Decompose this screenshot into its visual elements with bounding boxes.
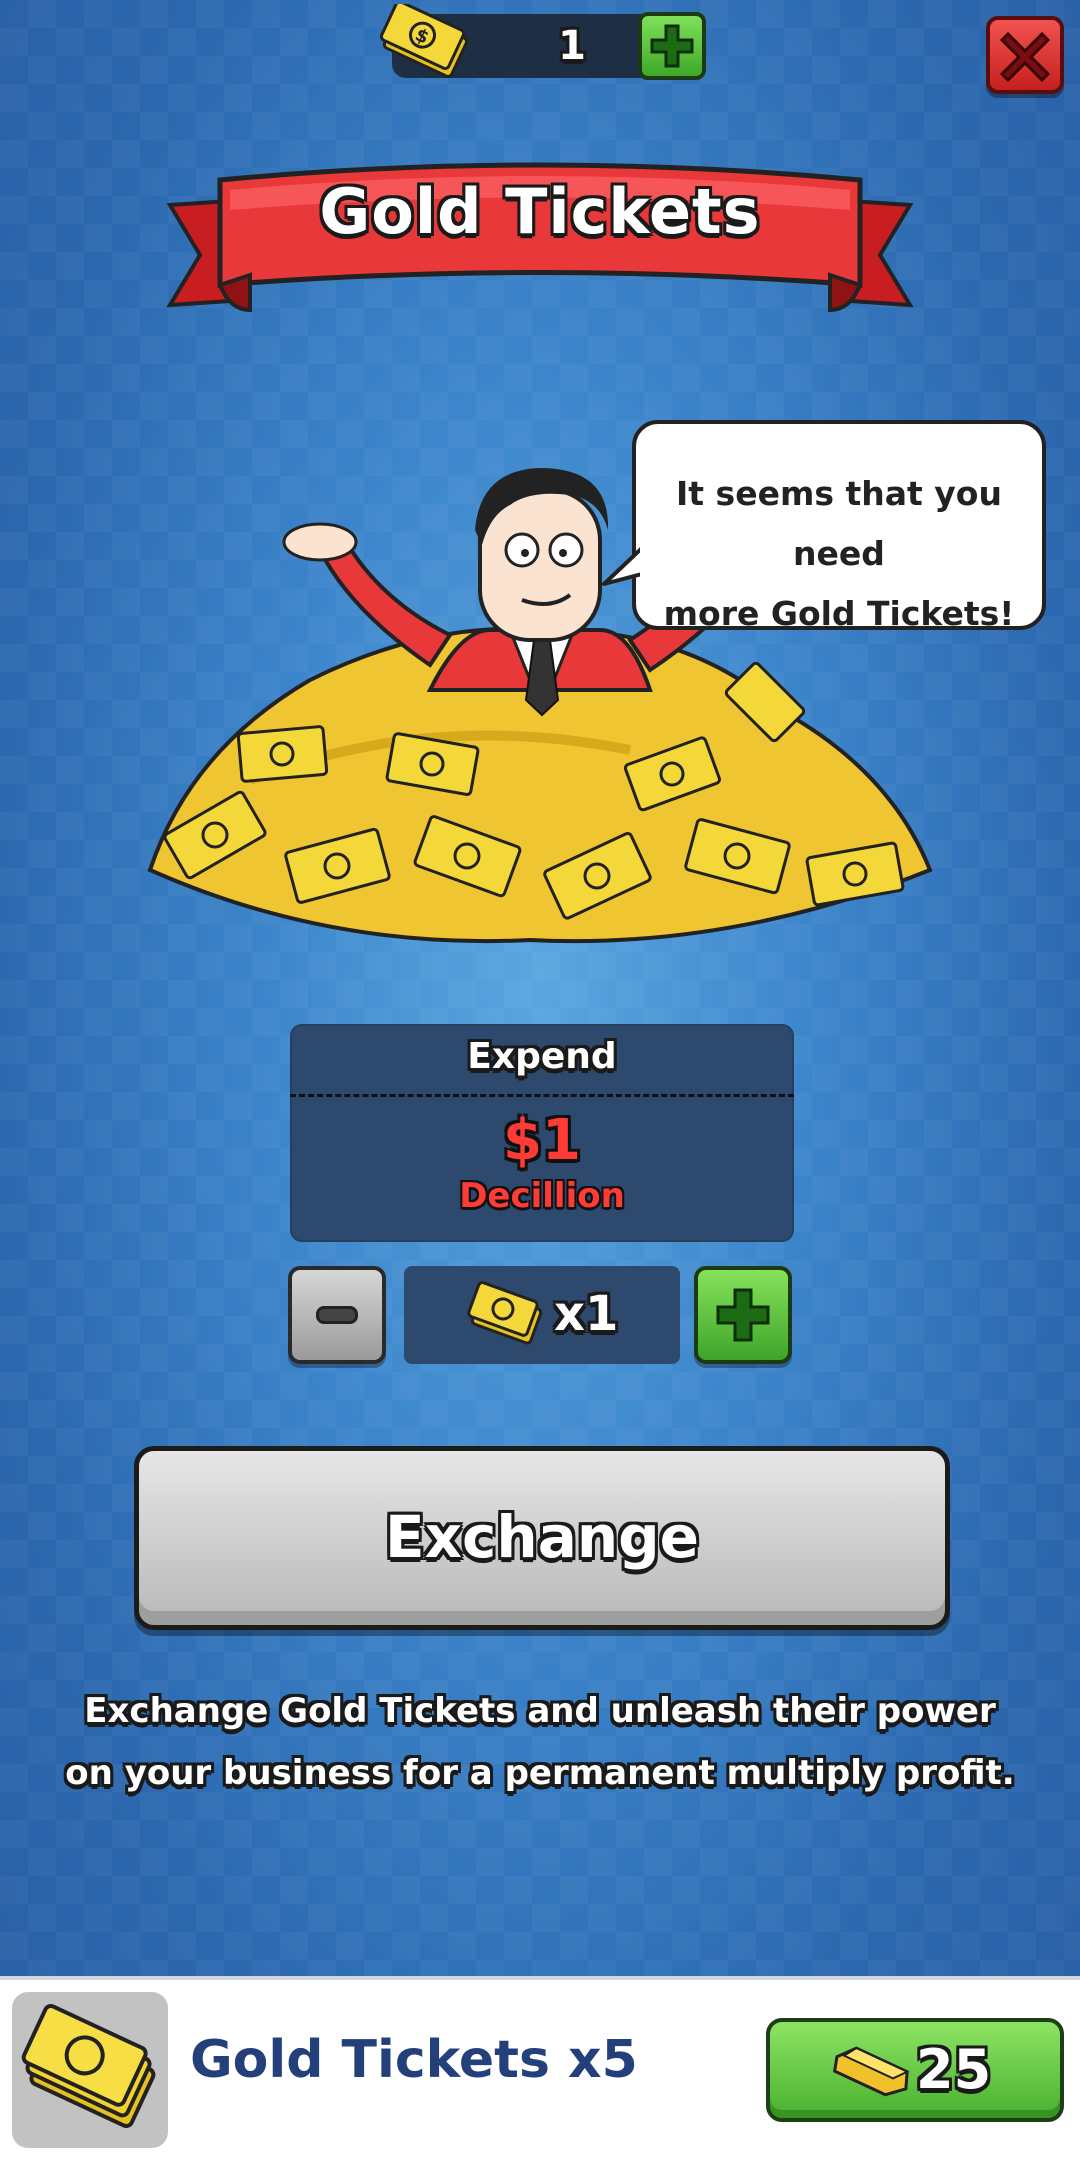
decrease-quantity-button[interactable]: [288, 1266, 386, 1364]
offer-thumbnail: [12, 1992, 168, 2148]
minus-icon: [316, 1306, 358, 1324]
ticket-count: 1: [558, 23, 586, 69]
expend-unit: Decillion: [459, 1176, 625, 1216]
gold-ticket-stack-icon: [21, 2004, 156, 2129]
expend-amount: $1: [503, 1108, 581, 1173]
quantity-display: x1: [404, 1266, 680, 1364]
gold-ticket-icon: [467, 1281, 543, 1345]
speech-bubble: It seems that you need more Gold Tickets…: [602, 420, 1046, 633]
speech-bubble-tail: [602, 546, 646, 586]
offer-bar: Gold Tickets x5 25: [0, 1976, 1080, 2160]
close-button[interactable]: [986, 16, 1064, 94]
quantity-value: x1: [554, 1286, 619, 1342]
speech-line-2: more Gold Tickets!: [663, 594, 1015, 633]
gold-ticket-icon: $: [379, 4, 469, 78]
currency-bar: $ 1: [379, 4, 706, 80]
close-icon: [999, 31, 1051, 83]
offer-price: 25: [916, 2038, 992, 2101]
page-title: Gold Tickets: [319, 175, 761, 248]
exchange-label: Exchange: [385, 1503, 699, 1571]
add-tickets-button[interactable]: [638, 12, 706, 80]
exchange-button[interactable]: Exchange: [134, 1446, 950, 1630]
plus-icon: [650, 24, 694, 68]
increase-quantity-button[interactable]: [694, 1266, 792, 1364]
expend-panel: Expend $1 Decillion: [290, 1024, 794, 1242]
description-line-2: on your business for a permanent multipl…: [65, 1753, 1015, 1793]
gold-bar-icon: [832, 2046, 910, 2097]
divider: [290, 1094, 794, 1097]
offer-title: Gold Tickets x5: [190, 2030, 638, 2090]
title-banner: Gold Tickets: [150, 150, 930, 320]
description-line-1: Exchange Gold Tickets and unleash their …: [84, 1691, 996, 1731]
buy-offer-button[interactable]: 25: [766, 2018, 1064, 2122]
speech-text: It seems that you need more Gold Tickets…: [646, 464, 1032, 644]
expend-label: Expend: [467, 1036, 617, 1077]
description-text: Exchange Gold Tickets and unleash their …: [60, 1680, 1020, 1804]
speech-line-1: It seems that you need: [676, 474, 1002, 573]
plus-icon: [716, 1288, 770, 1342]
